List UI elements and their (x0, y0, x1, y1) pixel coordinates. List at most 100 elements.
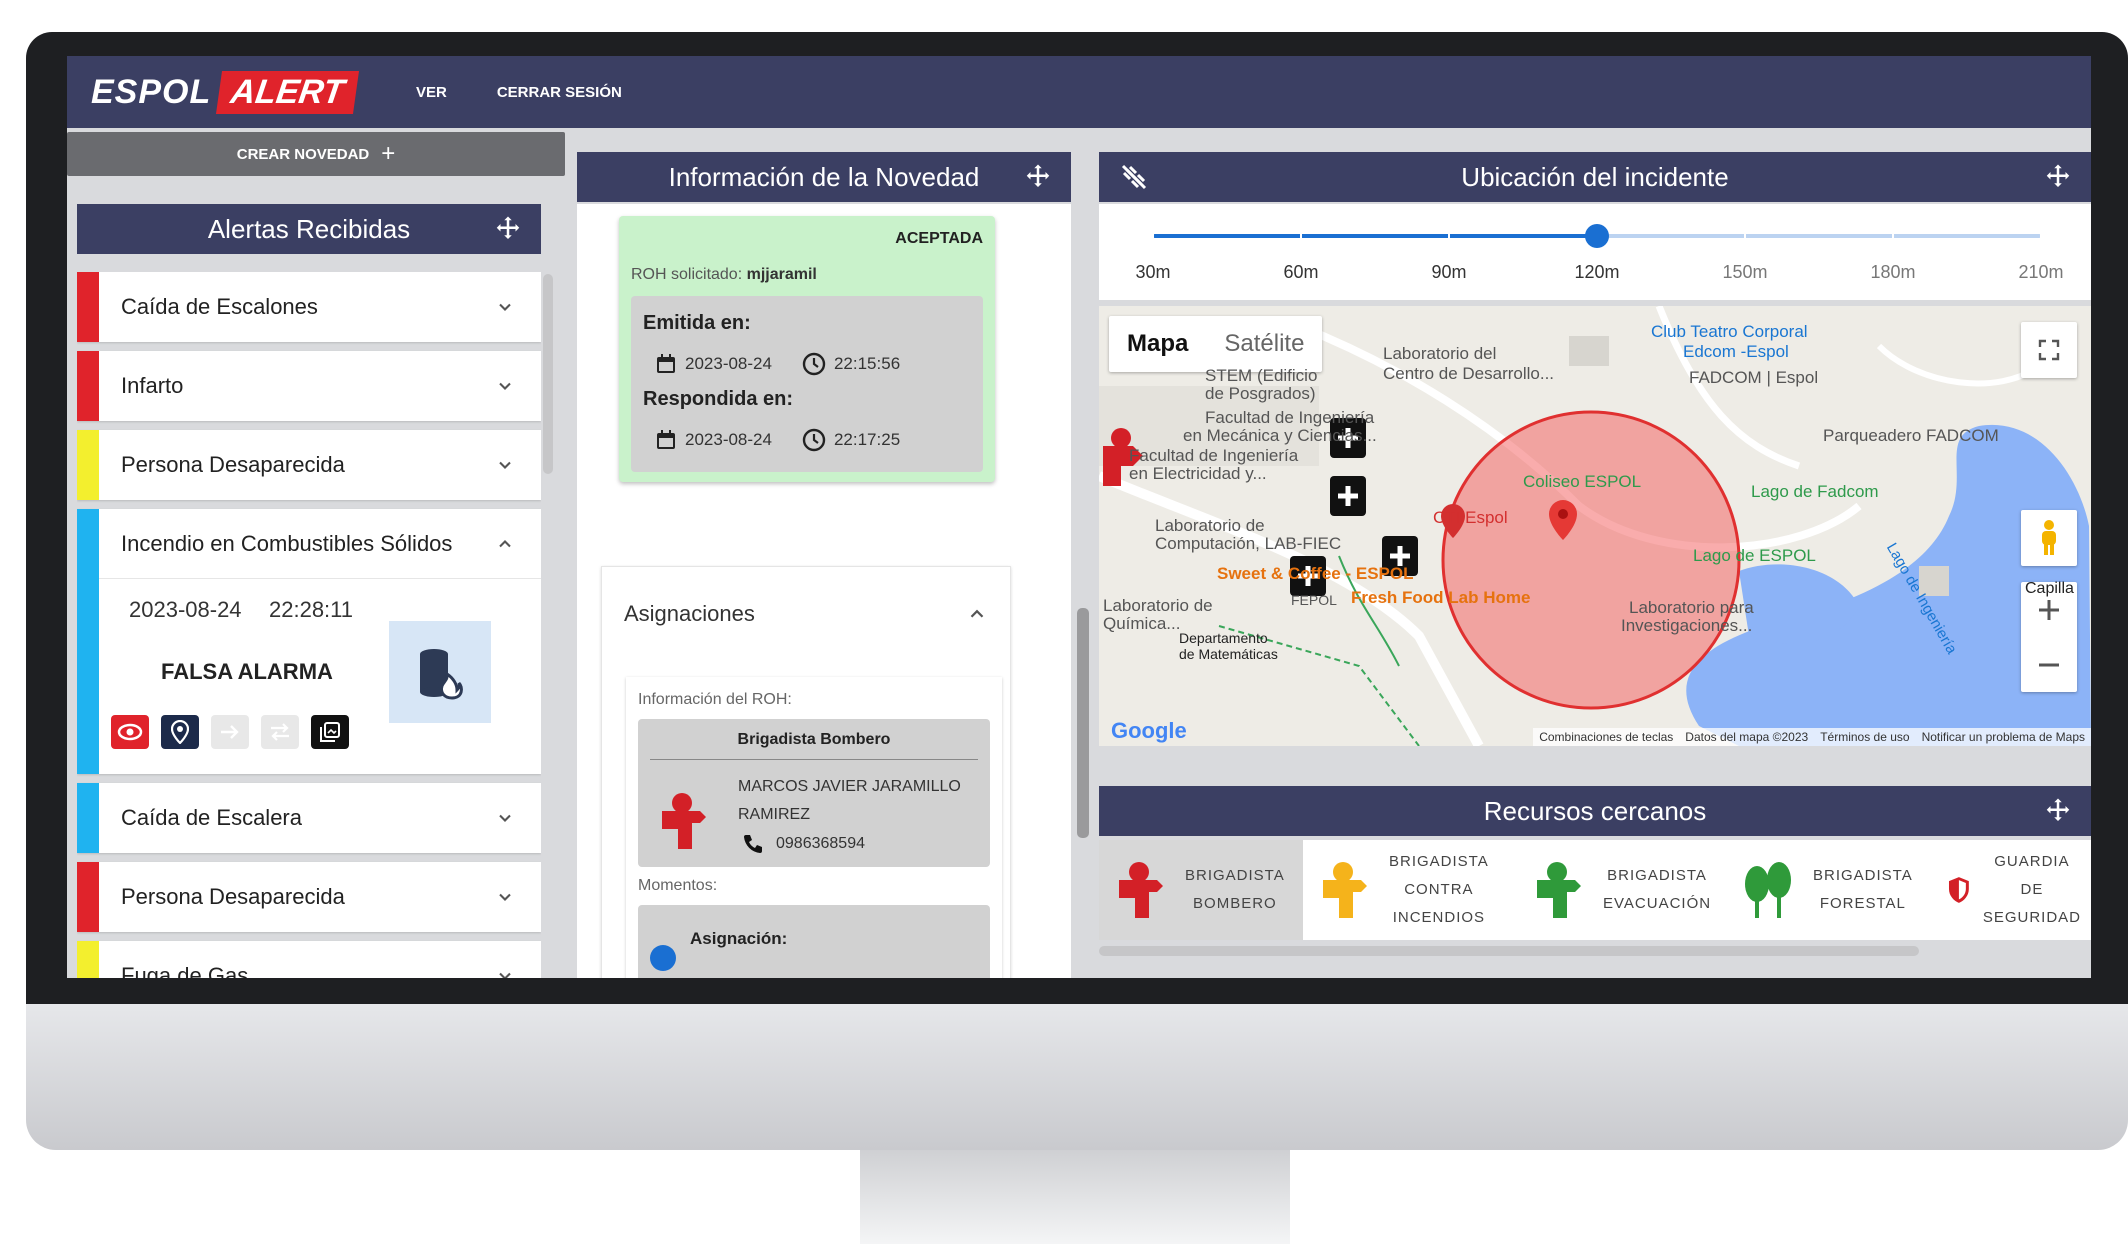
list-item-expanded: Incendio en Combustibles Sólidos 2023-08… (77, 509, 541, 774)
move-icon[interactable] (2043, 162, 2073, 192)
map-footer-link[interactable]: Combinaciones de teclas (1539, 730, 1673, 744)
emitted-time: 22:15:56 (833, 354, 901, 373)
zoom-out-icon[interactable] (2036, 652, 2062, 678)
list-item[interactable]: Persona Desaparecida (77, 430, 541, 500)
map-place-label: Laboratorio de (1155, 516, 1265, 535)
ubicacion-panel-title: Ubicación del incidente (1461, 161, 1729, 192)
gallery-icon (320, 722, 340, 742)
ubicacion-panel-header: Ubicación del incidente (1099, 152, 2091, 202)
responded-row: 2023-08-24 22:17:25 (655, 428, 900, 452)
zoom-in-icon[interactable] (2036, 597, 2062, 623)
eye-icon (117, 723, 143, 741)
chevron-down-icon[interactable] (495, 887, 515, 907)
tab-mapa[interactable]: Mapa (1109, 316, 1206, 372)
alert-label: Fuga de Gas (121, 963, 249, 978)
chevron-down-icon[interactable] (495, 455, 515, 475)
novedad-panel-title: Información de la Novedad (668, 161, 980, 192)
emitted-date: 2023-08-24 (685, 354, 772, 373)
list-item[interactable]: Infarto (77, 351, 541, 421)
crear-novedad-label: CREAR NOVEDAD (236, 145, 370, 163)
roh-role: Brigadista Bombero (737, 731, 891, 748)
swap-button[interactable] (261, 715, 299, 749)
view-button[interactable] (111, 715, 149, 749)
slider-tick (1744, 234, 1746, 238)
map-view[interactable]: Mapa Satélite Laboratorio del Centro de … (1099, 306, 2091, 746)
location-button[interactable] (161, 715, 199, 749)
location-off-icon[interactable] (1119, 162, 1149, 192)
move-icon[interactable] (493, 214, 523, 244)
requested-by: ROH solicitado: mjjaramil (631, 266, 817, 284)
fullscreen-button[interactable] (2021, 322, 2077, 378)
chevron-up-icon[interactable] (495, 534, 515, 554)
street-view-button[interactable] (2021, 510, 2077, 566)
nav-cerrar-sesion[interactable]: CERRAR SESIÓN (497, 84, 622, 101)
chevron-down-icon[interactable] (495, 966, 515, 978)
alert-status: FALSA ALARMA (161, 659, 333, 684)
map-place-label: Sweet & Coffee - ESPOL (1217, 564, 1414, 583)
forward-button[interactable] (211, 715, 249, 749)
tab-satelite[interactable]: Satélite (1206, 316, 1322, 372)
recurso-brigadista-contra-incendios[interactable]: BRIGADISTA CONTRA INCENDIOS (1303, 840, 1517, 940)
recursos-scrollbar[interactable] (1099, 946, 1919, 956)
calendar-icon (657, 430, 675, 449)
map-place-label: Coliseo ESPOL (1523, 472, 1642, 491)
map-place-label: FADCOM | Espol (1689, 368, 1819, 387)
map-place-label: Química... (1103, 614, 1181, 633)
slider-tick-label: 210m (2018, 262, 2064, 282)
expanded-alert-body: 2023-08-24 22:28:11 FALSA ALARMA (99, 579, 541, 774)
crear-novedad-button[interactable]: CREAR NOVEDAD + (67, 132, 565, 176)
map-place-label: de Matemáticas (1179, 646, 1278, 662)
list-item[interactable]: Caída de Escalones (77, 272, 541, 342)
map-place-label: Capilla (2025, 580, 2074, 597)
map-footer-link: Datos del mapa ©2023 (1685, 730, 1809, 744)
map-place-label: Centro de Desarrollo... (1383, 364, 1555, 383)
map-footer-link[interactable]: Términos de uso (1820, 730, 1909, 744)
divider (650, 759, 978, 760)
chevron-up-icon[interactable] (966, 603, 988, 625)
phone-icon (744, 835, 762, 853)
nav-ver[interactable]: VER (416, 84, 447, 101)
swap-icon (271, 723, 289, 741)
map-place-label: Laboratorio de (1103, 596, 1213, 615)
slider-tick-label: 60m (1283, 262, 1319, 282)
chevron-down-icon[interactable] (495, 808, 515, 828)
monitor-chin (26, 1004, 2128, 1150)
list-item[interactable]: Fuga de Gas (77, 941, 541, 978)
recurso-brigadista-evacuacion[interactable]: BRIGADISTA EVACUACIÓN (1517, 840, 1727, 940)
recurso-label: BRIGADISTA BOMBERO (1185, 867, 1285, 912)
map-footer-link[interactable]: Notificar un problema de Maps (1922, 730, 2085, 744)
alert-label: Incendio en Combustibles Sólidos (121, 530, 453, 556)
move-icon[interactable] (2043, 796, 2073, 826)
novedad-scrollbar[interactable] (1077, 608, 1089, 838)
brand-logo[interactable]: ESPOL ALERT (91, 56, 359, 128)
alertas-panel-header: Alertas Recibidas (77, 204, 541, 254)
expanded-alert-header[interactable]: Incendio en Combustibles Sólidos (99, 509, 541, 579)
alerts-scrollbar[interactable] (543, 274, 553, 474)
recurso-guardia-seguridad[interactable]: GUARDIA DE SEGURIDAD (1937, 840, 2091, 940)
top-navbar: ESPOL ALERT VER CERRAR SESIÓN (67, 56, 2091, 128)
alert-label: Caída de Escalera (121, 805, 302, 830)
alert-label: Caída de Escalones (121, 294, 318, 319)
chevron-down-icon[interactable] (495, 297, 515, 317)
recurso-brigadista-bombero[interactable]: BRIGADISTA BOMBERO (1099, 840, 1303, 940)
list-item[interactable]: Persona Desaparecida (77, 862, 541, 932)
right-column: Ubicación del incidente 30m 60m 90m 120m 150… (1099, 132, 2091, 978)
radius-slider[interactable]: 30m 60m 90m 120m 150m 180m 210m (1099, 204, 2091, 300)
alertas-panel-title: Alertas Recibidas (207, 213, 411, 244)
map-place-label: Laboratorio para (1629, 598, 1754, 617)
slider-thumb[interactable] (1585, 224, 1609, 248)
gallery-button[interactable] (311, 715, 349, 749)
alert-label: Persona Desaparecida (121, 452, 345, 477)
list-item[interactable]: Caída de Escalera (77, 783, 541, 853)
recurso-label: GUARDIA DE SEGURIDAD (1982, 853, 2081, 926)
map-place-label: Lago de ESPOL (1693, 546, 1816, 565)
recursos-panel-header: Recursos cercanos (1099, 786, 2091, 836)
fire-barrel-icon (389, 621, 491, 723)
map-place-label: Fresh Food Lab Home (1351, 588, 1531, 607)
firefighter-icon (662, 793, 706, 849)
chevron-down-icon[interactable] (495, 376, 515, 396)
moment-title: Asignación: (690, 929, 788, 948)
moment-box: Asignación: (638, 905, 990, 978)
move-icon[interactable] (1023, 162, 1053, 192)
recurso-brigadista-forestal[interactable]: BRIGADISTA FORESTAL (1727, 840, 1937, 940)
